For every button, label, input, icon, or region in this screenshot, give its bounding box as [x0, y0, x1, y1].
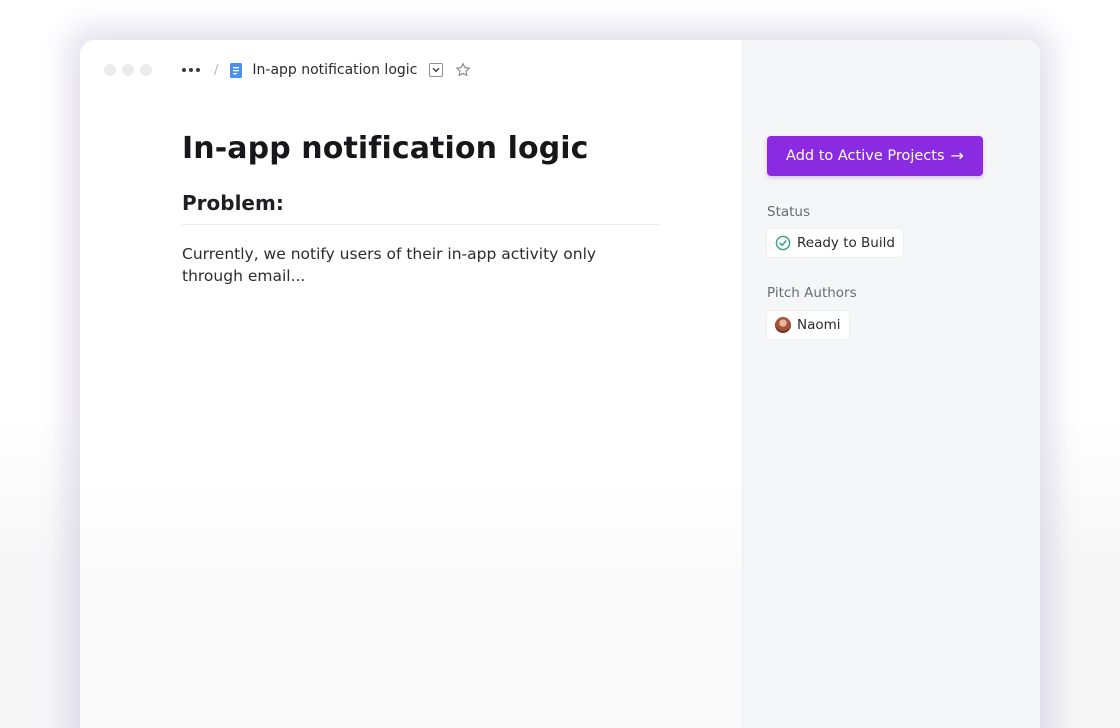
- document-pane: / In-app notification logic In-app notif…: [80, 40, 742, 728]
- author-chip[interactable]: Naomi: [767, 311, 849, 339]
- status-value: Ready to Build: [797, 235, 895, 251]
- chevron-down-icon[interactable]: [429, 63, 444, 77]
- stage: / In-app notification logic In-app notif…: [0, 0, 1120, 728]
- status-badge[interactable]: Ready to Build: [767, 229, 903, 257]
- cta-label: Add to Active Projects: [786, 148, 945, 164]
- star-icon[interactable]: [455, 62, 471, 78]
- app-window: / In-app notification logic In-app notif…: [80, 40, 1040, 728]
- body-paragraph[interactable]: Currently, we notify users of their in-a…: [182, 243, 660, 287]
- breadcrumb-separator: /: [214, 62, 219, 78]
- breadcrumb: / In-app notification logic: [182, 60, 471, 80]
- more-horizontal-icon[interactable]: [182, 68, 202, 72]
- section-heading[interactable]: Problem:: [182, 190, 660, 225]
- pitch-authors-label: Pitch Authors: [767, 285, 857, 301]
- author-name: Naomi: [797, 317, 841, 333]
- breadcrumb-title[interactable]: In-app notification logic: [252, 62, 417, 78]
- status-label: Status: [767, 204, 811, 220]
- document-icon: [230, 62, 243, 78]
- document-body: In-app notification logic Problem: Curre…: [182, 130, 660, 287]
- arrow-right-icon: →: [950, 146, 964, 165]
- close-window-dot[interactable]: [104, 64, 116, 76]
- check-circle-icon: [775, 235, 791, 251]
- avatar: [775, 317, 791, 333]
- add-to-active-projects-button[interactable]: Add to Active Projects →: [767, 136, 983, 176]
- page-title[interactable]: In-app notification logic: [182, 130, 660, 168]
- window-controls: [104, 64, 152, 76]
- maximize-window-dot[interactable]: [140, 64, 152, 76]
- properties-sidebar: Add to Active Projects → Status Ready to…: [742, 40, 1040, 728]
- minimize-window-dot[interactable]: [122, 64, 134, 76]
